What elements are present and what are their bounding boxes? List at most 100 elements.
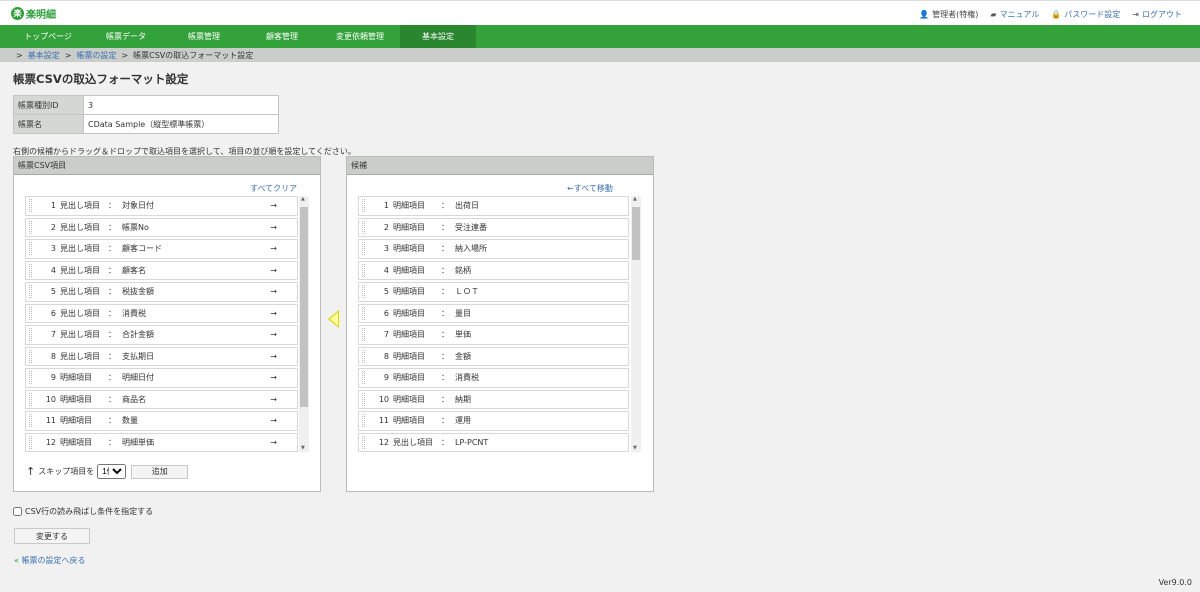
header-tool-lock[interactable]: 🔒 パスワード設定 <box>1051 9 1120 20</box>
breadcrumb-current: 帳票CSVの取込フォーマット設定 <box>133 50 254 60</box>
item-name: 単価 <box>455 330 471 340</box>
list-item[interactable]: 5 明細項目 ： ＬＯＴ <box>358 282 629 302</box>
separator: ： <box>441 394 449 404</box>
nav-tab-5[interactable]: 基本設定 <box>400 25 476 48</box>
logo[interactable]: 楽楽明細 <box>11 6 56 21</box>
list-item[interactable]: 9 明細項目 ： 明細日付 → <box>25 368 298 388</box>
list-item[interactable]: 6 見出し項目 ： 消費税 → <box>25 303 298 323</box>
list-item[interactable]: 10 明細項目 ： 納期 <box>358 389 629 409</box>
list-item[interactable]: 10 明細項目 ： 商品名 → <box>25 389 298 409</box>
header-tool-label: 管理者(特権) <box>932 10 979 19</box>
list-item[interactable]: 3 見出し項目 ： 顧客コード → <box>25 239 298 259</box>
submit-button[interactable]: 変更する <box>14 528 90 544</box>
item-type: 見出し項目 <box>60 287 100 297</box>
list-item[interactable]: 4 見出し項目 ： 顧客名 → <box>25 260 298 280</box>
add-skip-button[interactable]: 追加 <box>131 464 189 479</box>
scrollbar[interactable]: ▲ ▼ <box>631 196 641 452</box>
arrow-right-icon[interactable]: → <box>270 309 277 318</box>
arrow-right-icon[interactable]: → <box>270 287 277 296</box>
item-number: 6 <box>383 308 389 318</box>
logo-text: 楽明細 <box>26 10 56 21</box>
arrow-right-icon[interactable]: → <box>270 352 277 361</box>
separator: ： <box>108 287 116 297</box>
list-item[interactable]: 6 明細項目 ： 量目 <box>358 303 629 323</box>
item-type: 明細項目 <box>393 244 425 254</box>
item-type: 明細項目 <box>393 222 425 232</box>
list-item[interactable]: 5 見出し項目 ： 税抜金額 → <box>25 282 298 302</box>
arrow-right-icon[interactable]: → <box>270 438 277 447</box>
item-name: 帳票No <box>122 222 149 232</box>
list-item[interactable]: 9 明細項目 ： 消費税 <box>358 368 629 388</box>
arrow-right-icon[interactable]: → <box>270 416 277 425</box>
list-item[interactable]: 1 見出し項目 ： 対象日付 → <box>25 196 298 216</box>
list-item[interactable]: 2 明細項目 ： 受注連番 <box>358 217 629 237</box>
item-number: 3 <box>383 244 389 254</box>
main-nav: トップページ 帳票データ 帳票管理 顧客管理 変更依頼管理 基本設定 <box>0 25 1200 48</box>
nav-tab-3[interactable]: 顧客管理 <box>244 25 320 48</box>
scrollbar[interactable]: ▲ ▼ <box>299 196 309 452</box>
breadcrumb-basic-settings[interactable]: 基本設定 <box>28 50 60 61</box>
item-number: 1 <box>50 201 56 211</box>
list-item[interactable]: 2 見出し項目 ： 帳票No → <box>25 217 298 237</box>
header-tool-logout[interactable]: ⇥ ログアウト <box>1132 9 1182 20</box>
item-number: 7 <box>50 330 56 340</box>
item-number: 8 <box>383 351 389 361</box>
item-type: 見出し項目 <box>60 201 100 211</box>
skip-condition-checkbox[interactable] <box>13 507 22 516</box>
arrow-right-icon[interactable]: → <box>270 330 277 339</box>
item-number: 2 <box>50 222 56 232</box>
arrow-right-icon[interactable]: → <box>270 201 277 210</box>
nav-tab-0[interactable]: トップページ <box>10 25 86 48</box>
list-item[interactable]: 8 明細項目 ： 金額 <box>358 346 629 366</box>
lock-icon: 🔒 <box>1051 10 1062 19</box>
candidates-list[interactable]: 1 明細項目 ： 出荷日 2 明細項目 ： 受注連番 3 明細項目 ： 納入場所 4 明細項目 ： 銘柄 5 明細… <box>358 196 629 454</box>
nav-tab-4[interactable]: 変更依頼管理 <box>322 25 398 48</box>
candidates-panel: 候補 ←すべて移動 1 明細項目 ： 出荷日 2 明細項目 ： 受注連番 3 明細項目 ： 納入場所 4… <box>346 156 654 492</box>
arrow-right-icon[interactable]: → <box>270 373 277 382</box>
back-link[interactable]: « 帳票の設定へ戻る <box>14 555 85 566</box>
item-type: 見出し項目 <box>60 244 100 254</box>
item-name: 納期 <box>455 394 471 404</box>
separator: ： <box>108 308 116 318</box>
list-item[interactable]: 12 見出し項目 ： LP-PCNT <box>358 432 629 452</box>
csv-items-list[interactable]: 1 見出し項目 ： 対象日付 → 2 見出し項目 ： 帳票No → 3 見出し項目 ： 顧客コード → 4 見出… <box>25 196 298 454</box>
double-chevron-left-icon: « <box>14 556 19 565</box>
list-item[interactable]: 8 見出し項目 ： 支払期日 → <box>25 346 298 366</box>
csv-items-panel: 帳票CSV項目 すべてクリア 1 見出し項目：対象日付 → 2 見出し項目：帳票No → 3… <box>13 156 321 492</box>
clear-all-link[interactable]: すべてクリア <box>250 183 297 194</box>
list-item[interactable]: 7 見出し項目 ： 合計金額 → <box>25 325 298 345</box>
logo-mark: 楽 <box>11 7 24 20</box>
arrow-right-icon[interactable]: → <box>270 395 277 404</box>
skip-count-select[interactable]: 1個 <box>97 464 127 479</box>
list-item[interactable]: 7 明細項目 ： 単価 <box>358 325 629 345</box>
arrow-right-icon[interactable]: → <box>270 223 277 232</box>
list-item[interactable]: 11 明細項目 ： 数量 → <box>25 411 298 431</box>
item-type: 明細項目 <box>393 287 425 297</box>
nav-tab-2[interactable]: 帳票管理 <box>166 25 242 48</box>
back-link-label: 帳票の設定へ戻る <box>21 556 86 565</box>
header-tool-book[interactable]: ▰ マニュアル <box>990 9 1039 20</box>
arrow-right-icon[interactable]: → <box>270 244 277 253</box>
skip-row: ↑ スキップ項目を 1個 追加 <box>26 464 189 479</box>
separator: ： <box>108 394 116 404</box>
breadcrumb: > 基本設定 > 帳票の設定 > 帳票CSVの取込フォーマット設定 <box>0 48 1200 62</box>
list-item[interactable]: 4 明細項目 ： 銘柄 <box>358 260 629 280</box>
separator: ： <box>441 330 449 340</box>
item-type: 明細項目 <box>393 308 425 318</box>
header-tools: 👤 管理者(特権) ▰ マニュアル 🔒 パスワード設定 ⇥ ログアウト <box>919 9 1182 20</box>
move-all-link[interactable]: ←すべて移動 <box>567 183 613 194</box>
nav-tab-1[interactable]: 帳票データ <box>88 25 164 48</box>
header-tool-user[interactable]: 👤 管理者(特権) <box>919 9 978 20</box>
item-name: 顧客名 <box>122 265 146 275</box>
item-type: 明細項目 <box>60 437 92 447</box>
list-item[interactable]: 12 明細項目 ： 明細単価 → <box>25 432 298 452</box>
book-icon: ▰ <box>990 10 997 19</box>
list-item[interactable]: 11 明細項目 ： 運用 <box>358 411 629 431</box>
skip-condition-checkbox-row[interactable]: CSV行の読み飛ばし条件を指定する <box>13 506 153 517</box>
arrow-right-icon[interactable]: → <box>270 266 277 275</box>
item-type: 明細項目 <box>60 394 92 404</box>
item-number: 1 <box>383 201 389 211</box>
breadcrumb-form-settings[interactable]: 帳票の設定 <box>76 50 116 61</box>
list-item[interactable]: 3 明細項目 ： 納入場所 <box>358 239 629 259</box>
list-item[interactable]: 1 明細項目 ： 出荷日 <box>358 196 629 216</box>
